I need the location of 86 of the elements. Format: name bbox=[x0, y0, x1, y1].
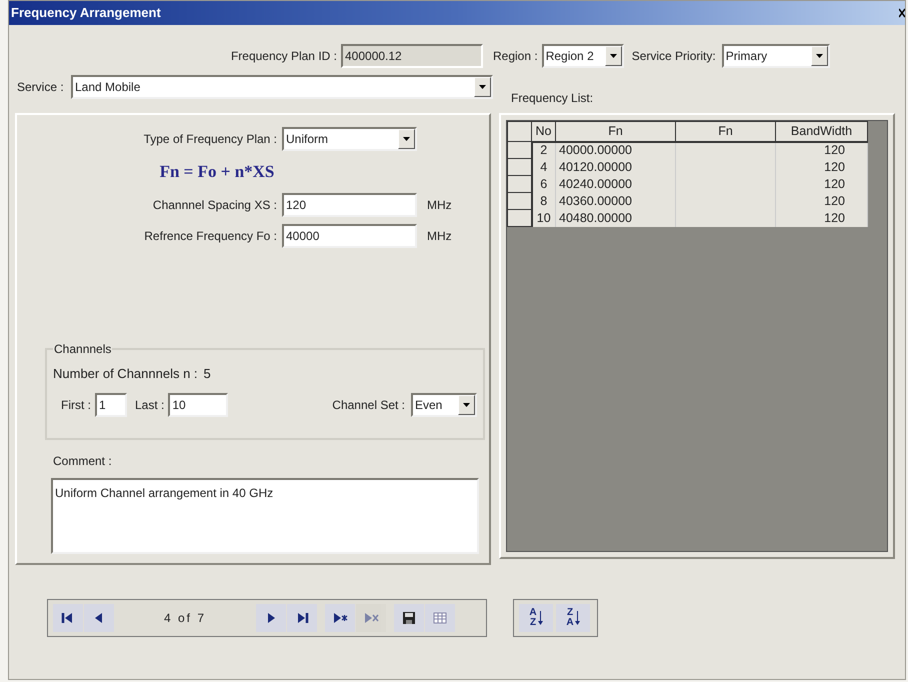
field-label: Channnel Spacing XS : bbox=[152, 196, 278, 214]
column-header[interactable]: Fn bbox=[556, 122, 676, 142]
section-label: Frequency List: bbox=[511, 90, 594, 107]
reference-field[interactable]: 40000 bbox=[282, 224, 417, 248]
spacing-field[interactable]: 120 bbox=[282, 192, 417, 216]
table-cell: 120 bbox=[776, 158, 868, 176]
table-cell: 40480.00000 bbox=[556, 210, 676, 227]
table-cell: 8 bbox=[532, 192, 556, 210]
dropdown-button[interactable] bbox=[474, 77, 491, 97]
table-cell: 120 bbox=[776, 142, 868, 159]
row-selector[interactable] bbox=[508, 192, 532, 210]
last-record-button[interactable] bbox=[287, 604, 317, 632]
caret-icon bbox=[463, 403, 470, 407]
table-cell: 40240.00000 bbox=[556, 176, 676, 193]
delete-row-icon bbox=[363, 610, 379, 626]
caret-icon bbox=[610, 54, 617, 58]
table-cell: 120 bbox=[776, 210, 868, 227]
unit-label: MHz bbox=[427, 228, 452, 244]
priority-dropdown[interactable]: Primary bbox=[722, 44, 830, 68]
field-label: Channel Set : bbox=[332, 397, 405, 414]
next-button[interactable] bbox=[256, 604, 286, 632]
save-icon bbox=[401, 610, 417, 626]
table-cell: 4 bbox=[532, 158, 556, 176]
field-label: Type of Frequency Plan : bbox=[142, 131, 278, 148]
last-field[interactable]: 10 bbox=[168, 393, 228, 417]
header-cell bbox=[508, 122, 532, 142]
formula: Fn = Fo + n*XS bbox=[160, 162, 274, 181]
comment-field[interactable]: Uniform Channel arrangement in 40 GHz bbox=[51, 478, 479, 554]
field-label: Last : bbox=[135, 397, 164, 414]
add-row-icon bbox=[332, 610, 348, 626]
table-cell: 120 bbox=[776, 176, 868, 193]
column-header[interactable]: No bbox=[532, 122, 556, 142]
caret-icon bbox=[479, 85, 486, 89]
region-dropdown[interactable]: Region 2 bbox=[542, 44, 624, 68]
close-icon[interactable] bbox=[899, 8, 905, 18]
group-label: Channnels bbox=[53, 340, 112, 358]
table-cell: 2 bbox=[532, 142, 556, 159]
selected-value: Region 2 bbox=[544, 48, 595, 65]
dropdown-button[interactable] bbox=[398, 129, 415, 149]
channel-count: 5 bbox=[204, 364, 211, 382]
dropdown-button[interactable] bbox=[604, 46, 622, 66]
record-position: 4 of 7 bbox=[162, 610, 208, 627]
field-label: Frequency Plan ID : bbox=[230, 48, 338, 65]
selected-value: Primary bbox=[724, 48, 768, 65]
down-arrow-icon bbox=[538, 610, 543, 626]
table-cell: 120 bbox=[776, 192, 868, 210]
selected-value: Uniform bbox=[285, 131, 330, 148]
table-cell: 40000.00000 bbox=[556, 142, 676, 159]
add-record-button[interactable] bbox=[325, 604, 355, 632]
first-field[interactable]: 1 bbox=[95, 393, 127, 417]
field-label: Region : bbox=[493, 48, 538, 65]
row-selector[interactable] bbox=[508, 176, 532, 193]
selected-value: Even bbox=[414, 397, 444, 414]
sort-descending-button[interactable]: Z A bbox=[556, 604, 590, 632]
field-label: Comment : bbox=[53, 452, 113, 470]
row-selector[interactable] bbox=[508, 158, 532, 176]
first-record-button[interactable] bbox=[53, 604, 83, 632]
dropdown-button[interactable] bbox=[810, 46, 828, 66]
table-cell: 6 bbox=[532, 176, 556, 193]
column-header[interactable]: Fn bbox=[676, 122, 776, 142]
table-cell: 40120.00000 bbox=[556, 158, 676, 176]
column-header[interactable]: BandWidth bbox=[776, 122, 868, 142]
window-title: Frequency Arrangement bbox=[11, 4, 161, 22]
grid-icon bbox=[432, 610, 448, 626]
previous-button[interactable] bbox=[84, 604, 114, 632]
row-selector[interactable] bbox=[508, 210, 532, 227]
plan-id-field: 400000.12 bbox=[341, 44, 483, 68]
caret-icon bbox=[816, 54, 823, 58]
table-cell: 40360.00000 bbox=[556, 192, 676, 210]
save-button[interactable] bbox=[394, 604, 424, 632]
field-label: Number of Channnels n : bbox=[53, 364, 198, 382]
service-dropdown[interactable]: Land Mobile bbox=[71, 75, 493, 99]
selected-value: Land Mobile bbox=[74, 79, 142, 96]
sort-ascending-button[interactable]: A Z bbox=[519, 604, 553, 632]
row-selector[interactable] bbox=[508, 142, 532, 159]
caret-icon bbox=[403, 137, 410, 141]
plan-type-dropdown[interactable]: Uniform bbox=[282, 127, 417, 151]
table-cell: 10 bbox=[532, 210, 556, 227]
unit-label: MHz bbox=[427, 196, 452, 214]
dropdown-button[interactable] bbox=[458, 395, 475, 415]
field-label: First : bbox=[61, 397, 91, 414]
field-label: Refrence Frequency Fo : bbox=[143, 228, 278, 244]
channel-set-dropdown[interactable]: Even bbox=[411, 393, 477, 417]
field-label: Service Priority: bbox=[632, 48, 716, 65]
field-label: Service : bbox=[16, 79, 65, 96]
down-arrow-icon bbox=[574, 610, 580, 626]
